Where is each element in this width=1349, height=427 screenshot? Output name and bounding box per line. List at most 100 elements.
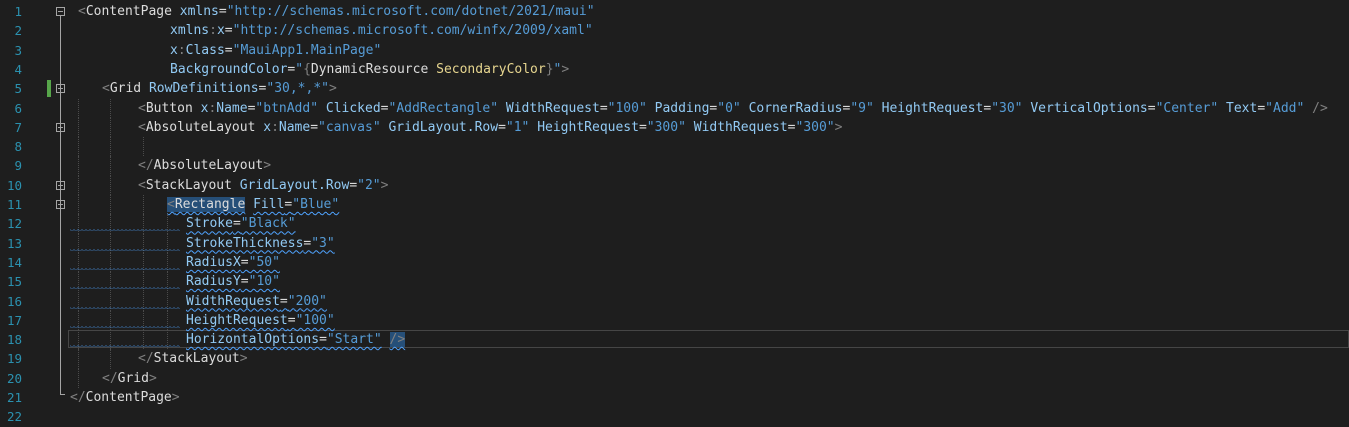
code-token: /> <box>1312 100 1328 116</box>
code-token: x <box>216 23 225 39</box>
fold-toggle-icon[interactable] <box>56 180 65 190</box>
code-token: = <box>240 254 249 270</box>
code-line[interactable]: 4 BackgroundColor="{DynamicResource Secon… <box>0 60 1349 79</box>
line-number: 5 <box>14 81 22 97</box>
code-text: <AbsoluteLayout x:Name="canvas" GridLayo… <box>138 118 842 137</box>
code-text: <Rectangle Fill="Blue" <box>167 195 339 214</box>
code-token: < <box>102 81 110 97</box>
code-token: > <box>329 81 337 97</box>
code-token: </ <box>138 351 154 367</box>
code-token: VerticalOptions <box>1030 100 1148 116</box>
code-token: Name <box>216 100 248 116</box>
code-line[interactable]: 13 StrokeThickness="3" <box>0 233 1349 253</box>
code-line[interactable]: 12 Stroke="Black" <box>0 214 1349 234</box>
code-line[interactable]: 1 <ContentPage xmlns="http://schemas.micr… <box>0 2 1349 21</box>
code-line[interactable]: 20 </Grid> <box>0 368 1349 388</box>
code-token: /> <box>389 332 406 348</box>
code-token: HorizontalOptions <box>186 332 320 348</box>
code-text: StrokeThickness="3" <box>186 234 335 253</box>
line-number: 3 <box>14 42 22 58</box>
code-line[interactable]: 14 RadiusX="50" <box>0 252 1349 273</box>
code-token: "30,*,*" <box>266 81 329 97</box>
code-token: "9" <box>850 100 874 116</box>
code-token: WidthRequest <box>693 119 788 135</box>
code-line[interactable]: 9 </AbsoluteLayout> <box>0 156 1349 176</box>
line-number: 16 <box>6 293 22 309</box>
code-token: } <box>545 61 554 77</box>
indent-guide <box>78 195 79 215</box>
fold-toggle-icon[interactable] <box>56 122 65 132</box>
code-line[interactable]: 6 <Button x:Name="btnAdd" Clicked="AddRec… <box>0 98 1349 118</box>
code-token: DynamicResource <box>310 61 429 77</box>
code-line[interactable]: 22 <box>0 407 1349 426</box>
code-token: AbsoluteLayout <box>145 119 256 135</box>
code-token: GridLayout.Row <box>239 177 350 193</box>
code-token: Padding <box>654 100 710 116</box>
indent-guide <box>78 368 79 388</box>
code-line[interactable]: 21 </ContentPage> <box>0 388 1349 407</box>
code-line[interactable]: 5 <Grid RowDefinitions="30,*,*"> <box>0 79 1349 98</box>
code-line[interactable]: 10 <StackLayout GridLayout.Row="2"> <box>0 175 1349 195</box>
code-token: Button <box>145 100 193 116</box>
code-token: < <box>138 119 146 135</box>
code-line[interactable]: 15 RadiusY="10" <box>0 272 1349 292</box>
code-token: "200" <box>287 293 327 309</box>
indent-guide <box>110 175 111 195</box>
code-line[interactable]: 16 WidthRequest="200" <box>0 291 1349 311</box>
code-line[interactable]: 7 <AbsoluteLayout x:Name="canvas" GridLay… <box>0 117 1349 138</box>
code-line[interactable]: 8 <box>0 137 1349 157</box>
fold-toggle-icon[interactable] <box>56 84 65 94</box>
code-text: WidthRequest="200" <box>186 292 327 311</box>
code-token: "MauiApp1.MainPage" <box>232 42 382 58</box>
code-token: : <box>271 119 279 135</box>
code-token: CornerRadius <box>748 100 843 116</box>
code-token: "10" <box>248 274 280 290</box>
code-token: = <box>1257 100 1266 116</box>
code-token: Fill <box>253 197 285 212</box>
code-token: HeightRequest <box>537 119 639 135</box>
code-token: = <box>224 42 233 58</box>
code-token: x <box>170 42 178 58</box>
code-token: RadiusY <box>186 274 241 290</box>
line-number: 15 <box>6 274 22 290</box>
line-number: 20 <box>6 370 22 386</box>
fold-toggle-icon[interactable] <box>56 7 65 16</box>
code-line[interactable]: 11 <Rectangle Fill="Blue" <box>0 195 1349 215</box>
code-text: RadiusY="10" <box>186 272 280 291</box>
code-token: = <box>638 119 647 135</box>
code-line[interactable]: 2 xmlns:x="http://schemas.microsoft.com/w… <box>0 21 1349 40</box>
code-line[interactable]: 18 HorizontalOptions="Start" /> <box>0 330 1349 350</box>
code-line[interactable]: 19 </StackLayout> <box>0 349 1349 369</box>
line-number: 17 <box>6 312 22 328</box>
code-token: "30" <box>991 100 1023 116</box>
line-number: 12 <box>6 216 22 232</box>
code-token: > <box>239 351 248 367</box>
line-number: 10 <box>6 177 22 193</box>
line-number: 2 <box>14 23 22 39</box>
code-token: < <box>167 197 175 212</box>
code-token: = <box>279 293 288 309</box>
code-token: = <box>787 119 796 135</box>
indent-guide <box>78 349 79 369</box>
code-token: </ <box>70 390 86 405</box>
code-token: = <box>599 100 608 116</box>
fold-toggle-icon[interactable] <box>56 200 65 209</box>
code-line[interactable]: 17 HeightRequest="100" <box>0 310 1349 331</box>
code-token: = <box>240 274 249 290</box>
code-token: "1" <box>505 119 530 135</box>
code-token: "300" <box>646 119 686 135</box>
code-token: = <box>224 23 233 39</box>
code-line[interactable]: 3 x:Class="MauiApp1.MainPage" <box>0 41 1349 60</box>
code-editor[interactable]: 1 <ContentPage xmlns="http://schemas.micr… <box>0 0 1349 424</box>
